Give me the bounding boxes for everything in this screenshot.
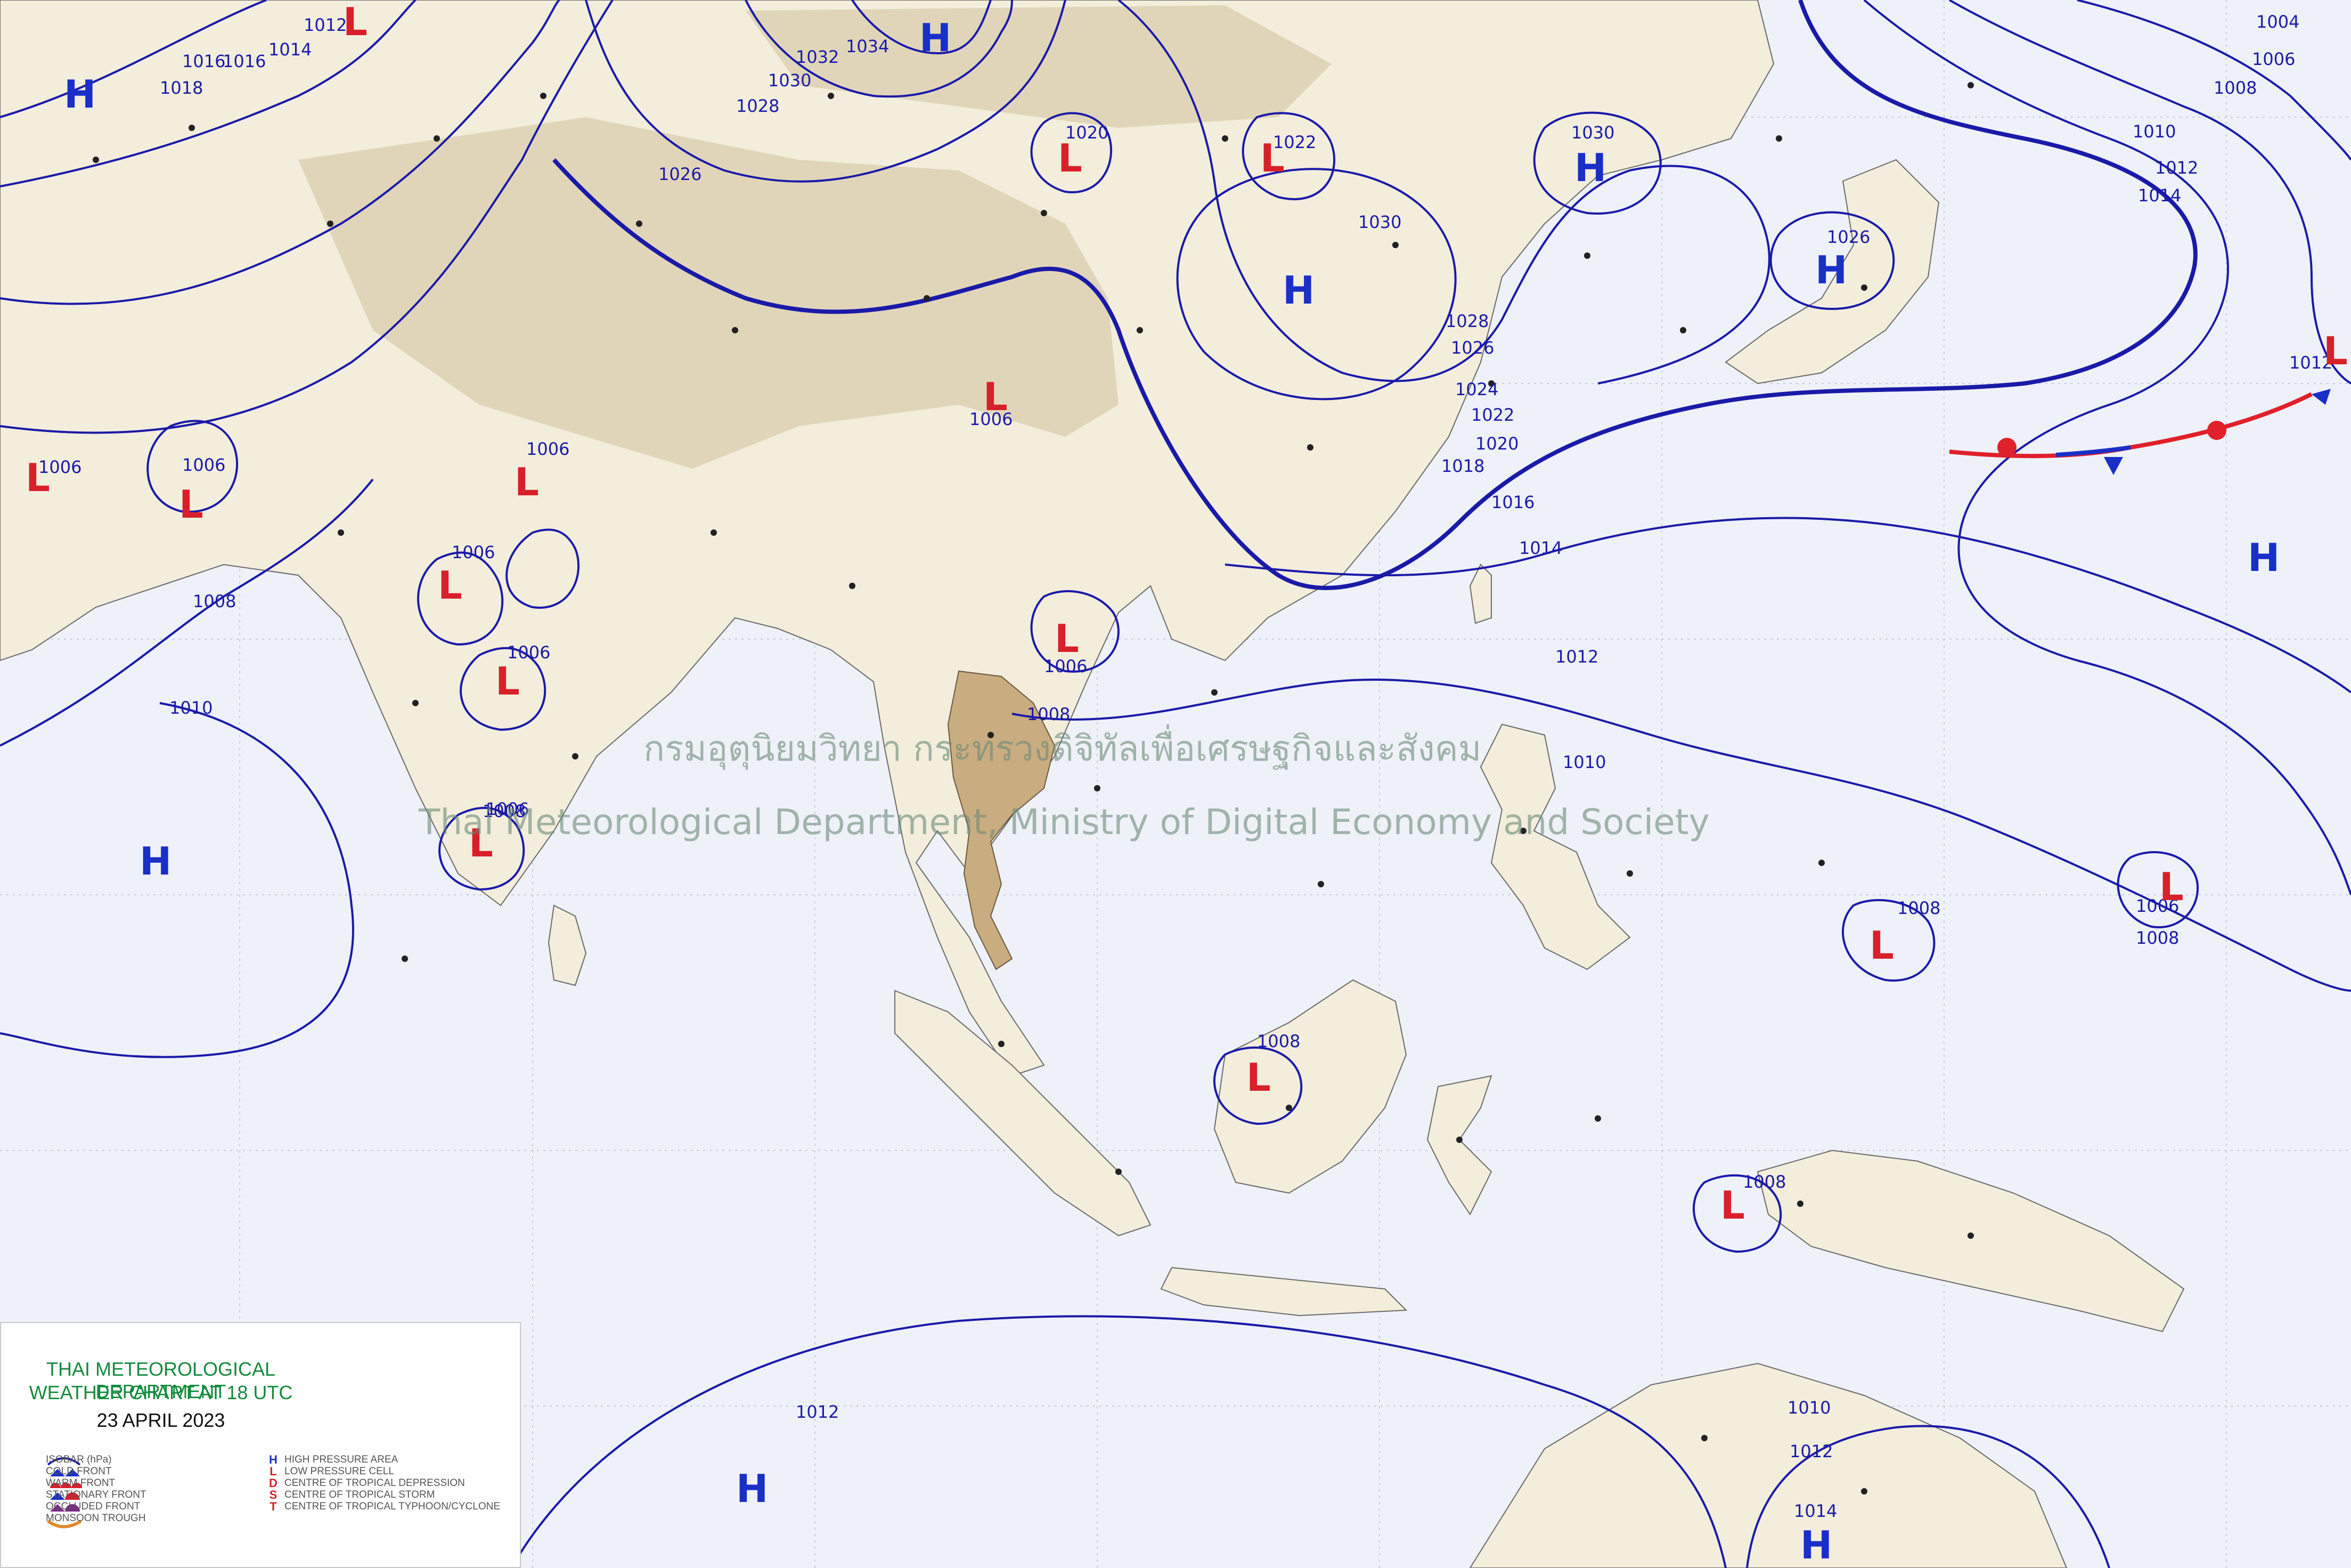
isobar-label: 1026	[1451, 338, 1494, 358]
low-pressure-center: L	[2323, 329, 2348, 373]
isobar-label: 1008	[1257, 1031, 1300, 1051]
isobar-label: 1010	[1787, 1398, 1831, 1418]
isobar-label: 1026	[1827, 227, 1870, 247]
legend-panel: THAI METEOROLOGICAL DEPARTMENT WEATHER C…	[0, 1322, 521, 1568]
legend-item-high: H HIGH PRESSURE AREA	[266, 1454, 500, 1466]
low-pressure-center: L	[1870, 923, 1894, 968]
isobar-label: 1026	[658, 164, 701, 184]
high-pressure-center: H	[736, 1466, 768, 1511]
isobar-label: 1008	[2136, 928, 2179, 948]
legend-chart-date: 23 APRIL 2023	[96, 1409, 225, 1431]
high-pressure-center: H	[64, 72, 96, 117]
isobar-label: 1008	[1743, 1172, 1786, 1192]
legend-label: CENTRE OF TROPICAL STORM	[284, 1489, 435, 1500]
legend-symbol: H	[269, 1453, 277, 1466]
legend-label: CENTRE OF TROPICAL TYPHOON/CYCLONE	[284, 1501, 501, 1512]
low-pressure-center: L	[983, 374, 1008, 419]
legend-item: COLD FRONT	[46, 1466, 112, 1477]
isobar-label: 1008	[1027, 704, 1070, 724]
high-pressure-center: H	[2248, 535, 2280, 580]
isobar-label: 1034	[846, 36, 889, 56]
isobar-label: 1008	[1897, 898, 1940, 918]
isobar-label: 1030	[768, 70, 811, 91]
isobar-label: 1020	[1475, 434, 1519, 454]
isobar-label: 1014	[2138, 185, 2181, 206]
isobar-label: 1024	[1455, 379, 1498, 399]
isobar-label: 1006	[182, 455, 225, 475]
isobar-label: 1014	[1519, 538, 1562, 558]
isobar-label: 1018	[160, 78, 203, 98]
legend-item-typhoon: T CENTRE OF TROPICAL TYPHOON/CYCLONE	[266, 1501, 500, 1513]
legend-label: CENTRE OF TROPICAL DEPRESSION	[284, 1477, 465, 1489]
low-pressure-center: L	[1260, 136, 1285, 181]
legend-item-depression: D CENTRE OF TROPICAL DEPRESSION	[266, 1477, 500, 1489]
isobar-label: 1016	[223, 51, 266, 71]
isobar-label: 1006	[526, 439, 569, 459]
legend-item: OCCLUDED FRONT	[46, 1501, 141, 1512]
low-pressure-center: L	[343, 0, 368, 44]
high-pressure-center: H	[140, 839, 172, 884]
low-pressure-center: L	[1055, 616, 1079, 661]
legend-item-low: L LOW PRESSURE CELL	[266, 1466, 500, 1477]
isobar-label: 1006	[2252, 49, 2295, 69]
legend-symbol: S	[269, 1488, 277, 1501]
legend-item: MONSOON TROUGH	[46, 1513, 146, 1524]
isobar-label: 1014	[1794, 1501, 1837, 1521]
isobar-label: 1016	[1491, 492, 1534, 512]
isobar-label: 1010	[169, 698, 213, 718]
isobar-label: 1030	[1358, 212, 1401, 232]
isobar-label: 1030	[1571, 123, 1614, 143]
isobar-label: 1012	[1790, 1441, 1833, 1461]
high-pressure-center: H	[1815, 248, 1847, 292]
legend-symbol: T	[270, 1500, 277, 1513]
isobar-label: 1004	[2256, 12, 2299, 32]
isobar-label: 1016	[182, 51, 225, 71]
isobar-label: 1032	[796, 47, 839, 67]
isobar-label: 1006	[452, 542, 495, 562]
isobar-label: 1028	[1446, 311, 1489, 331]
watermark-thai: กรมอุตุนิยมวิทยา กระทรวงดิจิทัลเพื่อเศรษ…	[643, 724, 1481, 770]
isobar-label: 1010	[2133, 121, 2176, 142]
low-pressure-center: L	[26, 455, 50, 500]
isobar-label: 1008	[193, 591, 236, 611]
isobar-label: 1010	[1563, 752, 1606, 772]
isobar-label: 1012	[304, 15, 347, 35]
legend-item: ISOBAR (hPa)	[46, 1454, 112, 1465]
legend-symbol: D	[269, 1476, 277, 1490]
isobar-label: 1022	[1471, 405, 1514, 425]
legend-label: HIGH PRESSURE AREA	[284, 1454, 398, 1465]
watermark-english: Thai Meteorological Department, Ministry…	[418, 802, 1710, 843]
low-pressure-center: L	[438, 563, 462, 608]
warm-front-bulge	[1997, 438, 2017, 457]
legend-chart-time: WEATHER CHART AT 18 UTC	[29, 1382, 293, 1403]
isobar-label: 1028	[736, 96, 779, 116]
low-pressure-center: L	[515, 460, 539, 504]
legend-item: WARM FRONT	[46, 1477, 116, 1489]
isobar-label: 1012	[2155, 158, 2198, 178]
isobar-label: 1012	[796, 1402, 839, 1422]
low-pressure-center: L	[495, 659, 520, 704]
legend-symbol: L	[270, 1465, 277, 1478]
legend-item: STATIONARY FRONT	[46, 1489, 146, 1500]
high-pressure-center: H	[919, 15, 951, 60]
high-pressure-center: H	[1283, 268, 1315, 313]
warm-front-bulge	[2207, 421, 2226, 440]
low-pressure-center: L	[2159, 864, 2184, 909]
legend-label: LOW PRESSURE CELL	[284, 1466, 394, 1477]
low-pressure-center: L	[1720, 1183, 1745, 1228]
high-pressure-center: H	[1574, 145, 1606, 190]
legend-center-list: H HIGH PRESSURE AREA L LOW PRESSURE CELL…	[266, 1454, 500, 1513]
low-pressure-center: L	[179, 482, 203, 527]
isobar-label: 1008	[2214, 78, 2257, 98]
low-pressure-center: L	[1246, 1055, 1271, 1100]
isobar-label: 1014	[268, 39, 312, 60]
isobar-label: 1018	[1441, 456, 1484, 476]
legend-item-storm: S CENTRE OF TROPICAL STORM	[266, 1489, 500, 1501]
low-pressure-center: L	[1058, 136, 1082, 181]
high-pressure-center: H	[1800, 1523, 1832, 1567]
legend-line-list: ISOBAR (hPa) COLD FRONT WARM FRONT STATI…	[46, 1454, 146, 1524]
isobar-label: 1012	[1555, 647, 1598, 667]
